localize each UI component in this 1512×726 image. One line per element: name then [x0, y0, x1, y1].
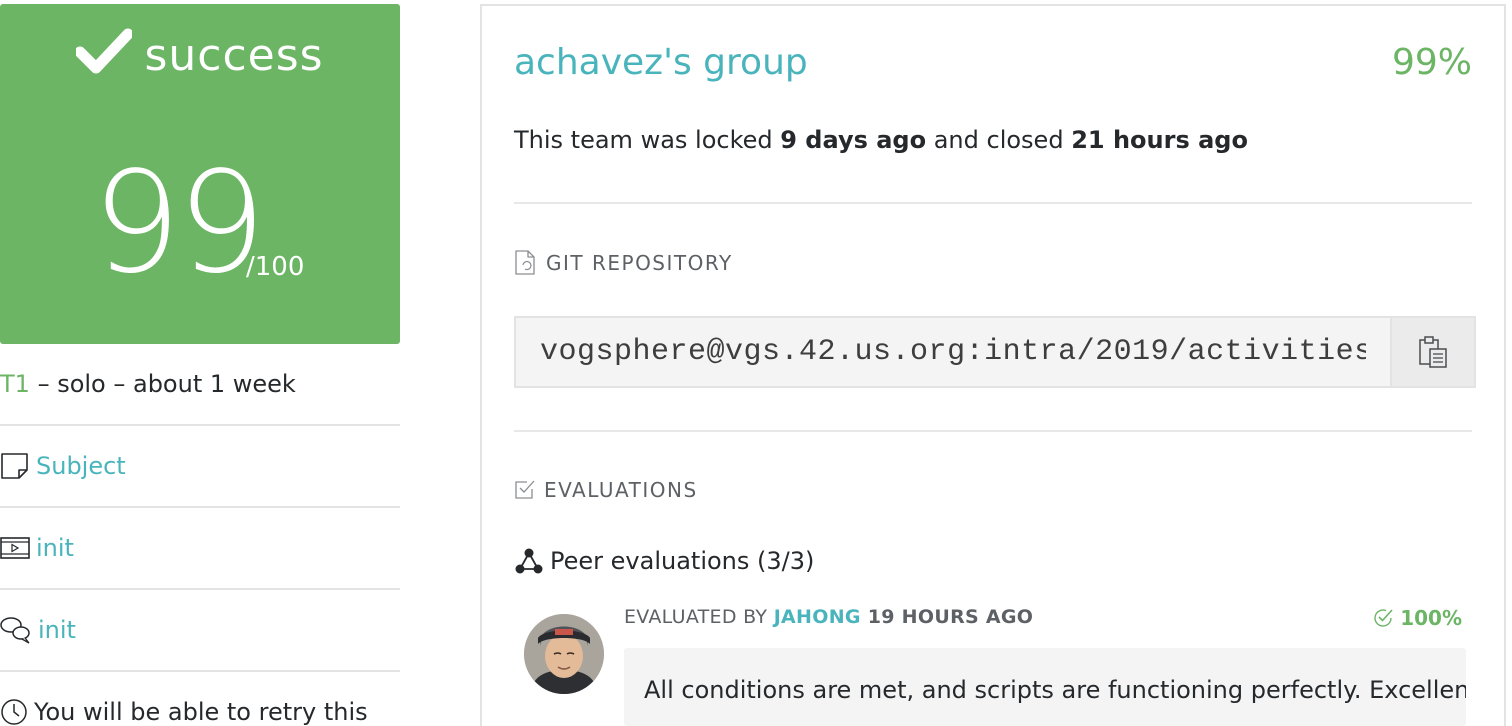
final-mark-card: success 99 /100 [0, 4, 400, 344]
peer-evaluations-heading: Peer evaluations (3/3) [514, 546, 814, 576]
sidebar-item-label: Subject [36, 452, 126, 480]
status-prefix: This team was locked [514, 126, 781, 154]
locked-ago: 9 days ago [780, 126, 927, 154]
project-sidebar: success 99 /100 T1 – solo – about 1 week… [0, 0, 400, 726]
peers-network-icon [515, 548, 543, 574]
document-icon [1, 453, 28, 479]
peer-evaluations-label: Peer evaluations (3/3) [550, 547, 815, 575]
evaluation-meta: EVALUATED BY JAHONG 19 HOURS AGO [624, 606, 1033, 628]
clock-icon [1, 699, 27, 725]
checkmark-icon [74, 28, 134, 74]
final-mark-max: /100 [246, 252, 305, 282]
sidebar-item-label: init [38, 616, 76, 644]
git-file-icon [515, 250, 535, 275]
repo-url[interactable]: vogsphere@vgs.42.us.org:intra/2019/activ… [540, 318, 1366, 386]
sidebar-item-video[interactable]: init [0, 506, 400, 588]
sidebar-item-retry: You will be able to retry this [0, 670, 400, 726]
divider [514, 202, 1472, 204]
status-mid: and closed [926, 126, 1072, 154]
team-status: This team was locked 9 days ago and clos… [514, 126, 1248, 154]
chat-bubbles-icon [0, 617, 30, 644]
team-percent: 99% [1391, 42, 1472, 83]
evaluated-by-label: EVALUATED BY [624, 606, 774, 628]
git-repository-heading: GIT REPOSITORY [514, 250, 733, 276]
evaluations-heading-label: EVALUATIONS [544, 478, 698, 502]
status-row: success [0, 28, 400, 81]
sidebar-item-subject[interactable]: Subject [0, 424, 400, 506]
sidebar-item-discussion[interactable]: init [0, 588, 400, 670]
clipboard-icon [1419, 336, 1447, 368]
project-meta-details: – solo – about 1 week [29, 370, 296, 398]
video-icon [0, 537, 30, 559]
team-name[interactable]: achavez's group [514, 42, 808, 83]
evaluation-comment: All conditions are met, and scripts are … [624, 648, 1466, 726]
repo-url-field[interactable]: vogsphere@vgs.42.us.org:intra/2019/activ… [514, 316, 1476, 388]
evaluator-link[interactable]: JAHONG [774, 606, 861, 628]
evaluation-score-value: 100% [1400, 606, 1462, 630]
status-label: success [144, 30, 324, 81]
sidebar-item-label: init [36, 534, 74, 562]
copy-to-clipboard-button[interactable] [1390, 318, 1474, 386]
evaluation-time: 19 HOURS AGO [860, 606, 1034, 628]
user-photo [524, 614, 604, 694]
evaluation-score: 100% [1372, 606, 1462, 630]
evaluations-heading: EVALUATIONS [514, 478, 698, 502]
checkbox-icon [515, 480, 535, 499]
check-circle-icon [1374, 609, 1393, 627]
tier-label: T1 [0, 370, 30, 398]
retry-text: You will be able to retry this [34, 698, 368, 726]
closed-ago: 21 hours ago [1071, 126, 1248, 154]
divider [514, 430, 1472, 432]
final-mark: 99 [92, 142, 266, 305]
avatar[interactable] [524, 614, 604, 694]
git-heading-label: GIT REPOSITORY [546, 251, 733, 275]
project-meta: T1 – solo – about 1 week [0, 370, 296, 398]
team-panel: achavez's group 99% This team was locked… [480, 4, 1506, 726]
